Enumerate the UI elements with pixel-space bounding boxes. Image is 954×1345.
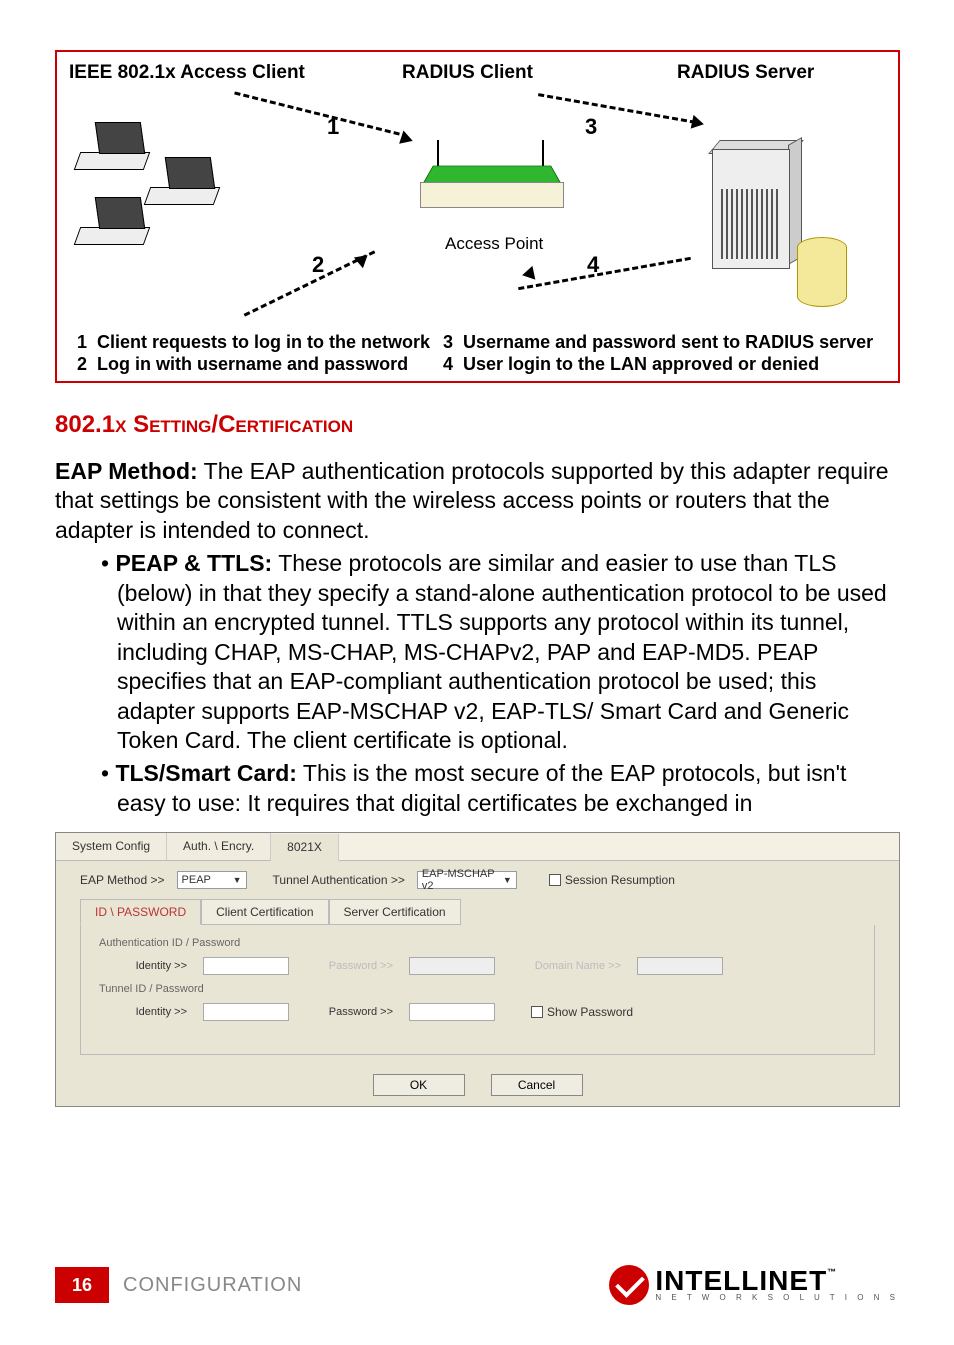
password-input[interactable] (409, 957, 495, 975)
step-3: 3 Username and password sent to RADIUS s… (443, 332, 873, 353)
arrow-num-3: 3 (585, 114, 597, 140)
access-point-icon (417, 162, 567, 222)
cancel-button[interactable]: Cancel (491, 1074, 583, 1096)
bullet-peap: • PEAP & TTLS: These protocols are simil… (55, 549, 899, 755)
session-resumption-label: Session Resumption (565, 873, 675, 887)
chevron-down-icon: ▼ (503, 875, 512, 885)
tunnel-identity-label: Identity >> (99, 1006, 187, 1018)
server-icon (697, 137, 807, 277)
label-access-client: IEEE 802.1x Access Client (69, 62, 305, 84)
laptop-icon (147, 157, 217, 205)
group-tunnel-id: Tunnel ID / Password (99, 983, 856, 995)
tunnel-auth-label: Tunnel Authentication >> (273, 873, 405, 887)
label-radius-client: RADIUS Client (402, 62, 533, 84)
footer-section: CONFIGURATION (123, 1274, 302, 1297)
label-access-point: Access Point (445, 234, 543, 254)
arrow-1 (234, 91, 400, 135)
brand-logo: INTELLINET™ N E T W O R K S O L U T I O … (609, 1265, 899, 1305)
arrow-head-icon (521, 266, 536, 282)
arrow-head-icon (399, 130, 415, 147)
bullet-tls: • TLS/Smart Card: This is the most secur… (55, 759, 899, 818)
tunnel-password-input[interactable] (409, 1003, 495, 1021)
laptop-icon (77, 197, 147, 245)
chevron-down-icon: ▼ (233, 875, 242, 885)
tunnel-password-label: Password >> (305, 1006, 393, 1018)
page-number: 16 (55, 1267, 109, 1303)
subtab-id-password[interactable]: ID \ PASSWORD (80, 899, 201, 925)
body-paragraph-eap: EAP Method: The EAP authentication proto… (55, 457, 899, 545)
show-password-checkbox[interactable] (531, 1006, 543, 1018)
tunnel-auth-dropdown[interactable]: EAP-MSCHAP v2▼ (417, 871, 517, 889)
checkmark-icon (609, 1265, 649, 1305)
group-auth-id: Authentication ID / Password (99, 937, 856, 949)
arrow-4 (518, 257, 691, 290)
domain-label: Domain Name >> (511, 960, 621, 972)
tab-auth-encry[interactable]: Auth. \ Encry. (167, 833, 271, 860)
tunnel-identity-input[interactable] (203, 1003, 289, 1021)
page-footer: 16 CONFIGURATION INTELLINET™ N E T W O R… (0, 1265, 954, 1305)
arrow-num-2: 2 (312, 252, 324, 278)
subtab-server-cert[interactable]: Server Certification (329, 899, 461, 925)
session-resumption-checkbox[interactable] (549, 874, 561, 886)
subtab-client-cert[interactable]: Client Certification (201, 899, 328, 925)
domain-input[interactable] (637, 957, 723, 975)
logo-text-main: INTELLINET™ (655, 1268, 899, 1293)
label-radius-server: RADIUS Server (677, 62, 814, 84)
identity-input[interactable] (203, 957, 289, 975)
step-1: 1 Client requests to log in to the netwo… (77, 332, 430, 353)
identity-label: Identity >> (99, 960, 187, 972)
arrow-head-icon (691, 115, 706, 131)
eap-method-label: EAP Method >> (80, 873, 165, 887)
radius-diagram: IEEE 802.1x Access Client RADIUS Client … (55, 50, 900, 383)
arrow-num-4: 4 (587, 252, 599, 278)
settings-dialog: System Config Auth. \ Encry. 8021X EAP M… (55, 832, 900, 1107)
arrow-num-1: 1 (327, 114, 339, 140)
section-heading: 802.1x Setting/Certification (55, 411, 899, 439)
step-2: 2 Log in with username and password (77, 354, 408, 375)
laptop-icon (77, 122, 147, 170)
show-password-label: Show Password (547, 1005, 633, 1019)
password-label: Password >> (305, 960, 393, 972)
tab-system-config[interactable]: System Config (56, 833, 167, 860)
dialog-tabs: System Config Auth. \ Encry. 8021X (56, 833, 899, 861)
step-4: 4 User login to the LAN approved or deni… (443, 354, 819, 375)
ok-button[interactable]: OK (373, 1074, 465, 1096)
logo-text-sub: N E T W O R K S O L U T I O N S (655, 1293, 899, 1302)
eap-method-dropdown[interactable]: PEAP▼ (177, 871, 247, 889)
arrow-3 (538, 93, 696, 124)
tab-8021x[interactable]: 8021X (271, 834, 339, 861)
id-password-panel: Authentication ID / Password Identity >>… (80, 925, 875, 1055)
